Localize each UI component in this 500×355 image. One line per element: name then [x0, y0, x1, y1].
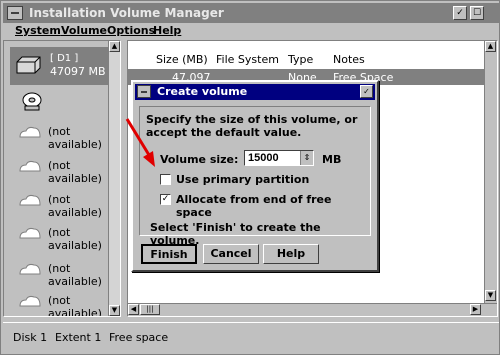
disk-list-pane: [ D1 ] 47097 MB (not available) (not ava…	[3, 40, 121, 317]
right-pane-horizontal-scrollbar[interactable]: ◀ ||| ▶	[128, 303, 497, 316]
volume-size-label: Volume size:	[160, 153, 239, 166]
create-volume-dialog: Create volume ✓ Specify the size of this…	[131, 80, 379, 272]
use-primary-checkbox[interactable]	[160, 174, 171, 185]
status-bar: Disk 1 Extent 1 Free space	[3, 322, 499, 354]
column-header-size[interactable]: Size (MB)	[156, 53, 208, 66]
volume-size-spinner[interactable]: ⇕	[300, 151, 313, 165]
column-header-file-system[interactable]: File System	[216, 53, 279, 66]
scroll-down-button[interactable]: ▼	[485, 290, 496, 301]
scroll-left-button[interactable]: ◀	[128, 304, 139, 315]
menu-help[interactable]: Help	[153, 24, 181, 37]
unavailable-disk-icon	[19, 227, 41, 239]
status-disk: Disk 1	[13, 331, 48, 344]
unavailable-disk-icon	[19, 295, 41, 307]
use-primary-label[interactable]: Use primary partition	[176, 173, 309, 186]
window-title: Installation Volume Manager	[29, 6, 224, 20]
scroll-thumb[interactable]: |||	[140, 304, 160, 315]
scroll-up-button[interactable]: ▲	[109, 41, 120, 52]
right-pane-vertical-scrollbar[interactable]: ▲ ▼	[484, 41, 497, 303]
unavailable-disk-icon	[19, 263, 41, 275]
unavailable-item[interactable]: (not available)	[18, 292, 118, 316]
dialog-close-button[interactable]: ✓	[360, 85, 373, 98]
allocate-end-label[interactable]: Allocate from end of free space	[176, 193, 370, 219]
unavailable-item[interactable]: (not available)	[18, 123, 118, 151]
column-header-notes[interactable]: Notes	[333, 53, 365, 66]
status-extent: Extent 1	[55, 331, 102, 344]
menu-bar: System Volume Options Help	[3, 23, 499, 39]
finish-button[interactable]: Finish	[141, 244, 197, 264]
column-header-type[interactable]: Type	[288, 53, 313, 66]
menu-options[interactable]: Options	[107, 24, 155, 37]
menu-system[interactable]: System	[15, 24, 61, 37]
scroll-down-button[interactable]: ▼	[109, 305, 120, 316]
unavailable-item[interactable]: (not available)	[18, 157, 118, 185]
maximize-button[interactable]: ☐	[470, 6, 484, 20]
volume-size-unit: MB	[322, 153, 342, 166]
dialog-instruction: Specify the size of this volume, or acce…	[146, 113, 358, 139]
help-button[interactable]: Help	[263, 244, 319, 264]
unavailable-disk-icon	[19, 194, 41, 206]
scroll-right-button[interactable]: ▶	[470, 304, 481, 315]
main-window: Installation Volume Manager ✓ ☐ System V…	[0, 0, 500, 355]
disk-size: 47097 MB	[50, 65, 106, 78]
dialog-body: Specify the size of this volume, or acce…	[139, 106, 371, 247]
left-pane-scrollbar[interactable]: ▲ ▼	[108, 41, 120, 316]
title-bar[interactable]: Installation Volume Manager ✓ ☐	[3, 3, 499, 23]
cd-drive-icon[interactable]	[20, 89, 44, 113]
dialog-system-menu-icon[interactable]	[137, 85, 151, 98]
dialog-title-bar[interactable]: Create volume ✓	[135, 84, 375, 100]
hard-disk-icon	[16, 56, 41, 74]
allocate-end-checkbox[interactable]: ✓	[160, 194, 171, 205]
disk-item-d1[interactable]: [ D1 ] 47097 MB	[10, 47, 110, 85]
unavailable-item[interactable]: (not available)	[18, 260, 118, 288]
dialog-title: Create volume	[157, 85, 248, 98]
unavailable-item[interactable]: (not available)	[18, 191, 118, 219]
unavailable-disk-icon	[19, 126, 41, 138]
minimize-button[interactable]: ✓	[453, 6, 467, 20]
menu-volume[interactable]: Volume	[61, 24, 107, 37]
unavailable-disk-icon	[19, 160, 41, 172]
system-menu-icon[interactable]	[7, 6, 23, 20]
disk-name: [ D1 ]	[50, 53, 79, 64]
scroll-up-button[interactable]: ▲	[485, 41, 496, 52]
status-free-space: Free space	[109, 331, 169, 344]
unavailable-item[interactable]: (not available)	[18, 224, 118, 252]
cancel-button[interactable]: Cancel	[203, 244, 259, 264]
